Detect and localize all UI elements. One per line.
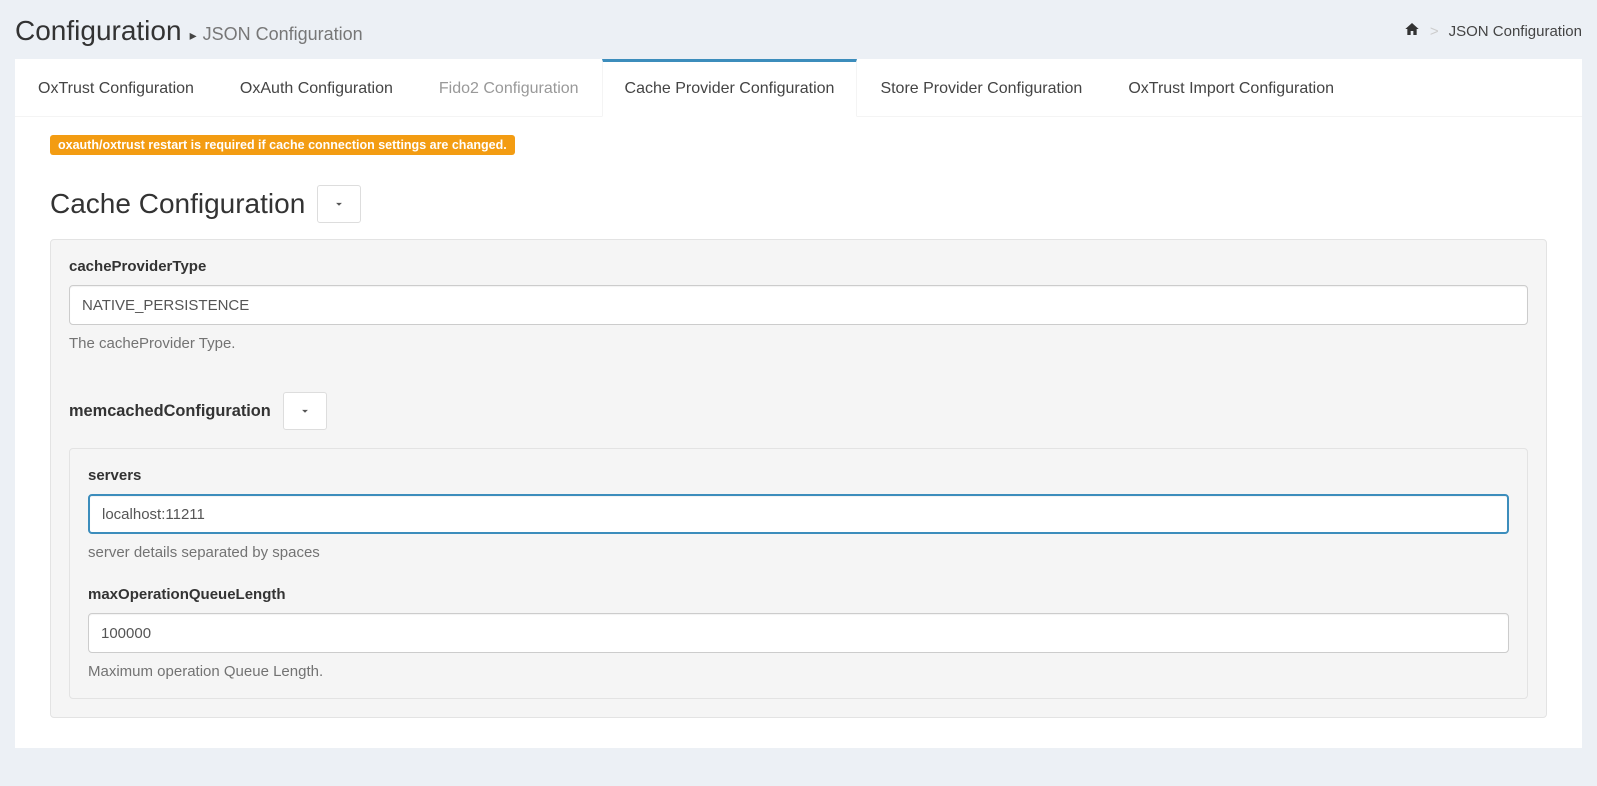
page-header: Configuration ▸ JSON Configuration > JSO… xyxy=(0,0,1597,59)
section-cache-config-header: Cache Configuration xyxy=(50,185,1547,223)
tab-oxauth-config[interactable]: OxAuth Configuration xyxy=(217,59,416,117)
warning-badge: oxauth/oxtrust restart is required if ca… xyxy=(50,135,515,155)
field-max-operation-queue-length: maxOperationQueueLength Maximum operatio… xyxy=(88,586,1509,680)
tab-cache-provider-config[interactable]: Cache Provider Configuration xyxy=(602,59,858,117)
page-title-wrap: Configuration ▸ JSON Configuration xyxy=(15,15,363,47)
field-cache-provider-type: cacheProviderType The cacheProvider Type… xyxy=(69,258,1528,352)
home-icon[interactable] xyxy=(1404,21,1420,42)
label-servers: servers xyxy=(88,467,1509,484)
collapse-toggle-cache-config[interactable] xyxy=(317,185,361,223)
breadcrumb-current: JSON Configuration xyxy=(1449,23,1582,40)
page-subtitle: JSON Configuration xyxy=(203,24,363,45)
section-memcached-title: memcachedConfiguration xyxy=(69,402,271,421)
field-servers: servers server details separated by spac… xyxy=(88,467,1509,561)
tab-oxtrust-import-config[interactable]: OxTrust Import Configuration xyxy=(1105,59,1357,117)
caret-right-icon: ▸ xyxy=(190,27,197,44)
section-cache-config-title: Cache Configuration xyxy=(50,188,305,220)
chevron-down-icon xyxy=(332,197,346,211)
input-max-op-queue[interactable] xyxy=(88,613,1509,653)
chevron-down-icon xyxy=(298,404,312,418)
memcached-panel: servers server details separated by spac… xyxy=(69,448,1528,699)
tab-oxtrust-config[interactable]: OxTrust Configuration xyxy=(15,59,217,117)
tab-fido2-config[interactable]: Fido2 Configuration xyxy=(416,59,602,117)
tab-store-provider-config[interactable]: Store Provider Configuration xyxy=(857,59,1105,117)
help-max-op-queue: Maximum operation Queue Length. xyxy=(88,663,1509,680)
collapse-toggle-memcached[interactable] xyxy=(283,392,327,430)
tabs: OxTrust Configuration OxAuth Configurati… xyxy=(15,59,1582,117)
label-max-op-queue: maxOperationQueueLength xyxy=(88,586,1509,603)
breadcrumb-separator: > xyxy=(1430,23,1439,40)
input-cache-provider-type[interactable] xyxy=(69,285,1528,325)
input-servers[interactable] xyxy=(88,494,1509,534)
breadcrumb: > JSON Configuration xyxy=(1404,21,1582,42)
page-title: Configuration xyxy=(15,15,182,47)
tab-content: oxauth/oxtrust restart is required if ca… xyxy=(15,117,1582,748)
label-cache-provider-type: cacheProviderType xyxy=(69,258,1528,275)
content-box: OxTrust Configuration OxAuth Configurati… xyxy=(15,59,1582,748)
section-memcached-header: memcachedConfiguration xyxy=(69,392,1528,430)
help-cache-provider-type: The cacheProvider Type. xyxy=(69,335,1528,352)
help-servers: server details separated by spaces xyxy=(88,544,1509,561)
cache-config-panel: cacheProviderType The cacheProvider Type… xyxy=(50,239,1547,718)
